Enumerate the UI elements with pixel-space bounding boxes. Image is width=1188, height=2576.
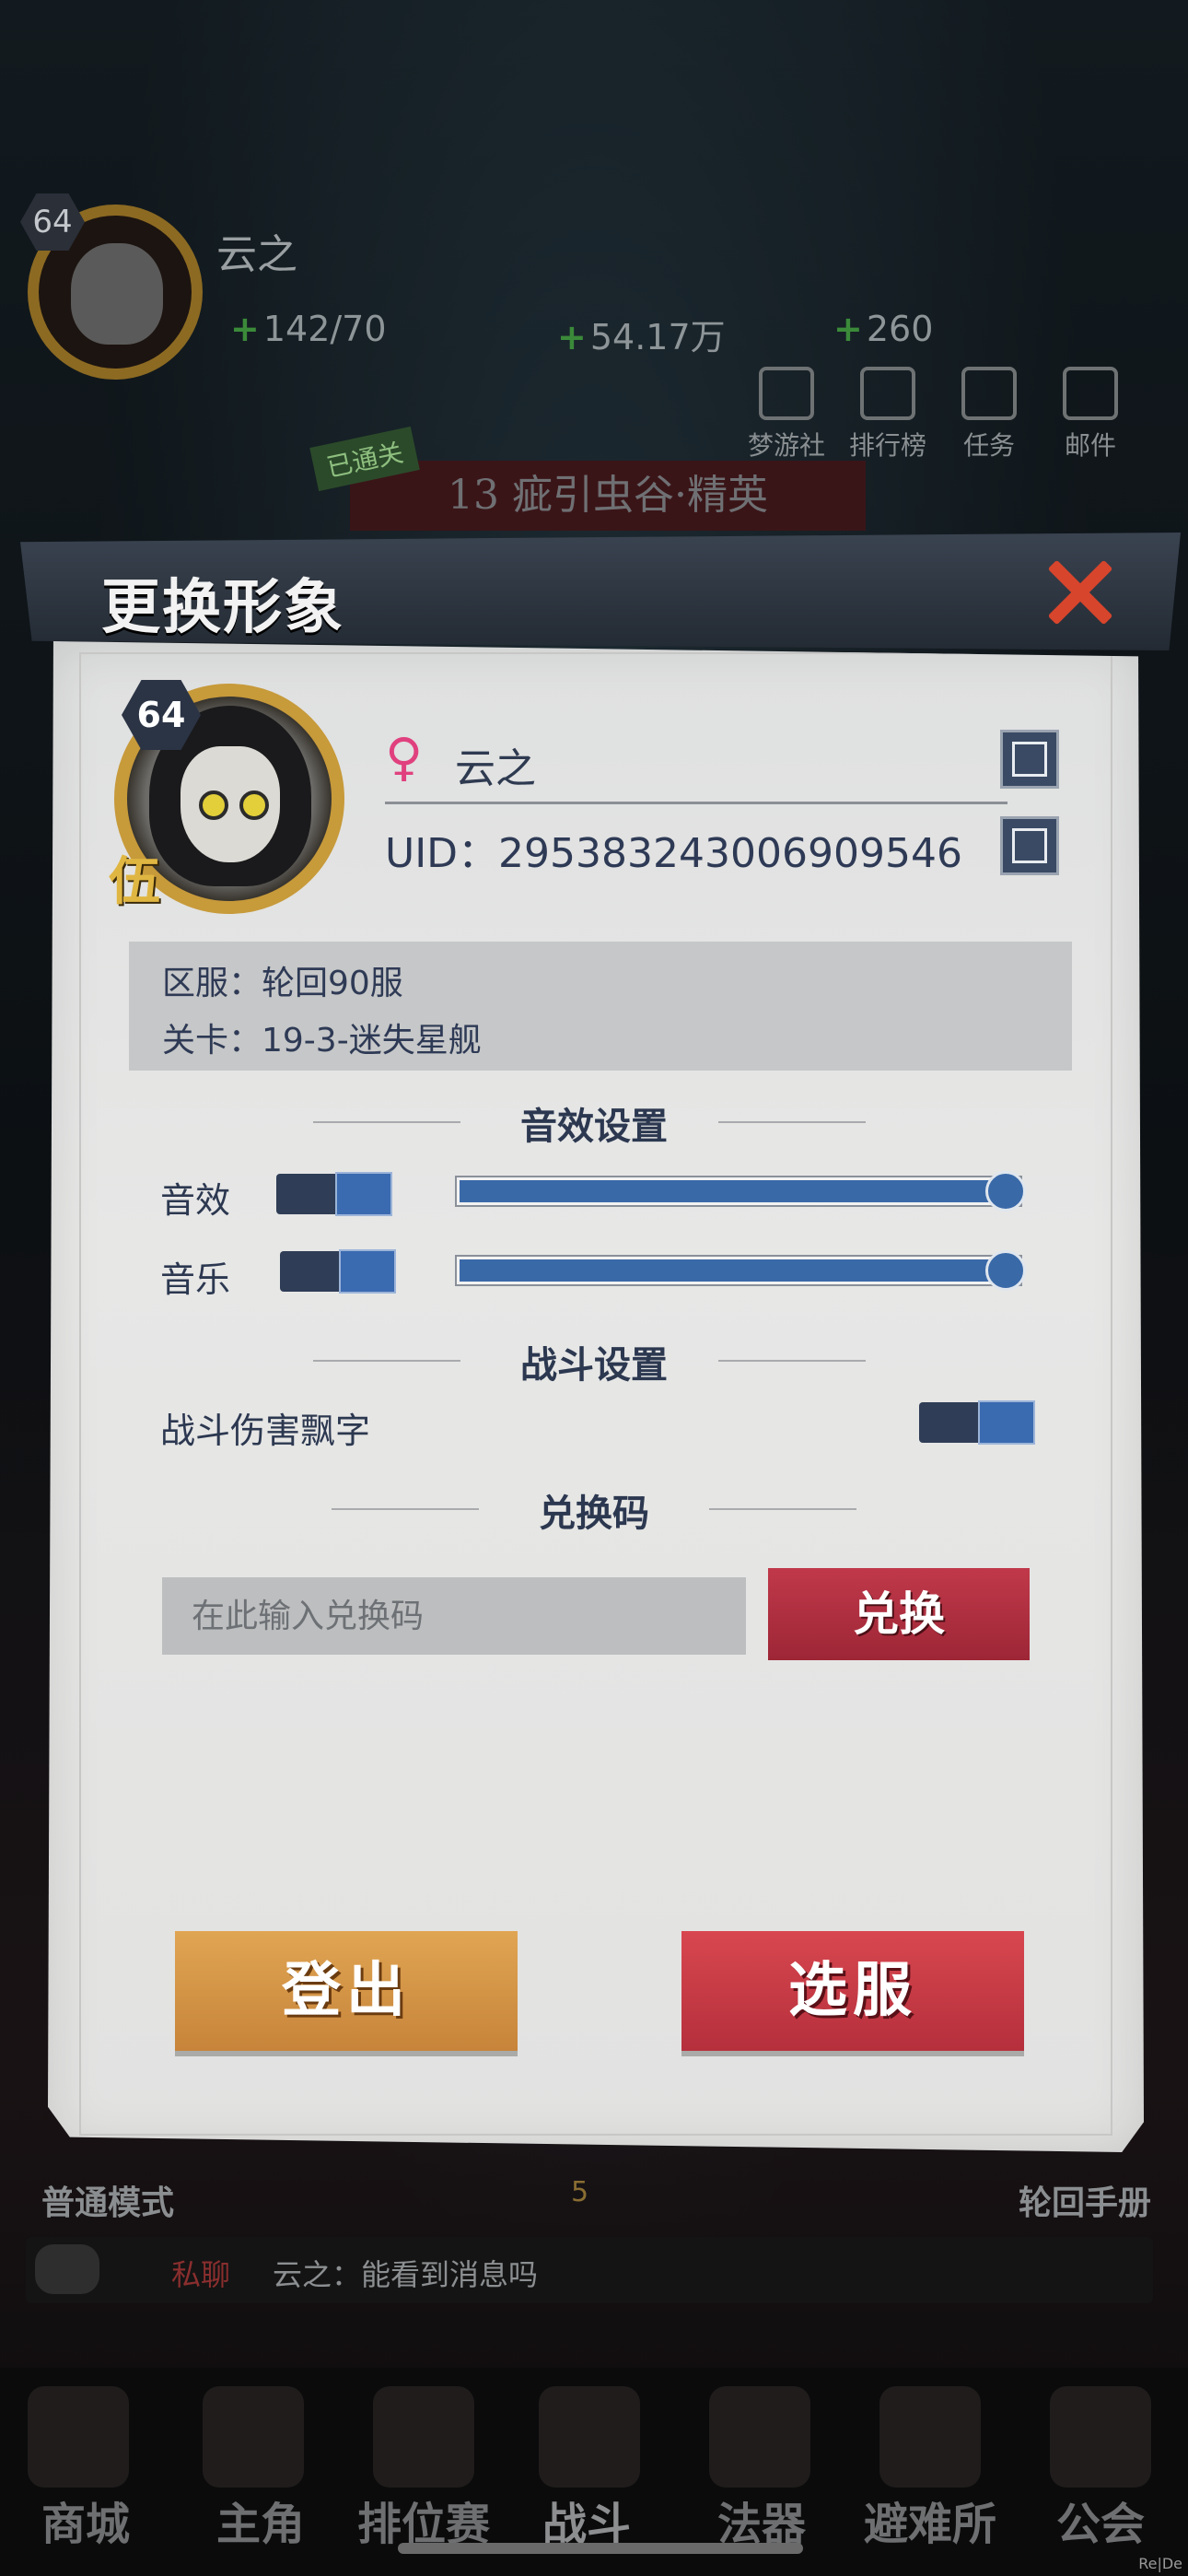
- hud-gems: +260: [833, 309, 934, 349]
- redeem-button[interactable]: 兑换: [768, 1568, 1030, 1660]
- sfx-volume-slider[interactable]: [455, 1176, 1022, 1207]
- dialog-title: 更换形象: [101, 573, 344, 642]
- account-info-box: 区服：轮回90服 关卡：19-3-迷失星舰: [129, 942, 1072, 1071]
- profile-rank-glyph: 伍: [109, 851, 160, 912]
- hud-gold: +54.17万: [557, 317, 726, 357]
- battle-nav-icon: [539, 2386, 640, 2488]
- music-slider-handle[interactable]: [985, 1250, 1026, 1291]
- female-gender-icon: ♀: [385, 728, 424, 788]
- chat-private-tag: 私聊: [171, 2257, 231, 2292]
- edit-icon: [1012, 742, 1047, 777]
- sfx-label: 音效: [160, 1180, 231, 1221]
- ranked-nav-icon: [373, 2386, 474, 2488]
- stage-info: 关卡：19-3-迷失星舰: [162, 1022, 482, 1060]
- copy-uid-button[interactable]: [1000, 816, 1059, 875]
- nav-shop[interactable]: 商城: [17, 2488, 155, 2552]
- mail-icon: [1063, 367, 1118, 420]
- hud-leaderboard-button[interactable]: 排行榜: [842, 367, 934, 463]
- shelter-nav-icon: [879, 2386, 981, 2488]
- battle-settings-title: 战斗设置: [520, 1344, 668, 1387]
- edit-name-button[interactable]: [1000, 730, 1059, 789]
- server-info: 区服：轮回90服: [162, 965, 403, 1002]
- watermark: Re|De: [1138, 2555, 1182, 2572]
- leaderboard-icon: [860, 367, 915, 420]
- chat-message: 云之：能看到消息吗: [273, 2257, 539, 2292]
- hud-player-name: 云之: [216, 231, 297, 278]
- close-button[interactable]: [1035, 549, 1124, 634]
- logout-button[interactable]: 登出: [175, 1931, 518, 2051]
- damage-text-label: 战斗伤害飘字: [160, 1411, 371, 1451]
- select-server-button[interactable]: 选服: [681, 1931, 1024, 2051]
- redeem-code-title: 兑换码: [539, 1493, 649, 1535]
- music-toggle[interactable]: [280, 1249, 396, 1294]
- dreamer-icon: [759, 367, 814, 420]
- sound-settings-title: 音效设置: [520, 1106, 668, 1148]
- profile-uid: UID：29538324300690​9546: [385, 830, 962, 877]
- energy-cost: 5: [571, 2176, 589, 2208]
- nav-guild[interactable]: 公会: [1031, 2488, 1170, 2552]
- reincarnation-handbook-label[interactable]: 轮回手册: [1019, 2176, 1151, 2224]
- nav-hero[interactable]: 主角: [192, 2488, 330, 2552]
- hud-stamina: +142/70: [230, 309, 387, 349]
- music-volume-slider[interactable]: [455, 1255, 1022, 1286]
- profile-name: 云之: [455, 745, 536, 792]
- hud-dreamer-button[interactable]: 梦游社: [740, 367, 833, 463]
- redeem-code-input[interactable]: [162, 1577, 746, 1655]
- damage-text-toggle[interactable]: [919, 1400, 1035, 1445]
- copy-icon: [1012, 828, 1047, 863]
- chat-bubble-icon[interactable]: [35, 2244, 99, 2294]
- artifact-nav-icon: [709, 2386, 810, 2488]
- quest-icon: [961, 367, 1017, 420]
- hud-quest-button[interactable]: 任务: [943, 367, 1035, 463]
- sfx-toggle[interactable]: [276, 1172, 392, 1216]
- mode-normal-label[interactable]: 普通模式: [41, 2176, 174, 2224]
- hud-mail-button[interactable]: 邮件: [1044, 367, 1136, 463]
- stage-banner[interactable]: 13 疵引虫谷·精英: [350, 461, 866, 531]
- guild-nav-icon: [1050, 2386, 1151, 2488]
- nav-shelter[interactable]: 避难所: [861, 2488, 999, 2552]
- sfx-slider-handle[interactable]: [985, 1171, 1026, 1212]
- hero-nav-icon: [203, 2386, 304, 2488]
- music-label: 音乐: [160, 1259, 231, 1300]
- shop-nav-icon: [28, 2386, 129, 2488]
- name-divider: [385, 802, 1007, 804]
- home-indicator[interactable]: [398, 2543, 803, 2554]
